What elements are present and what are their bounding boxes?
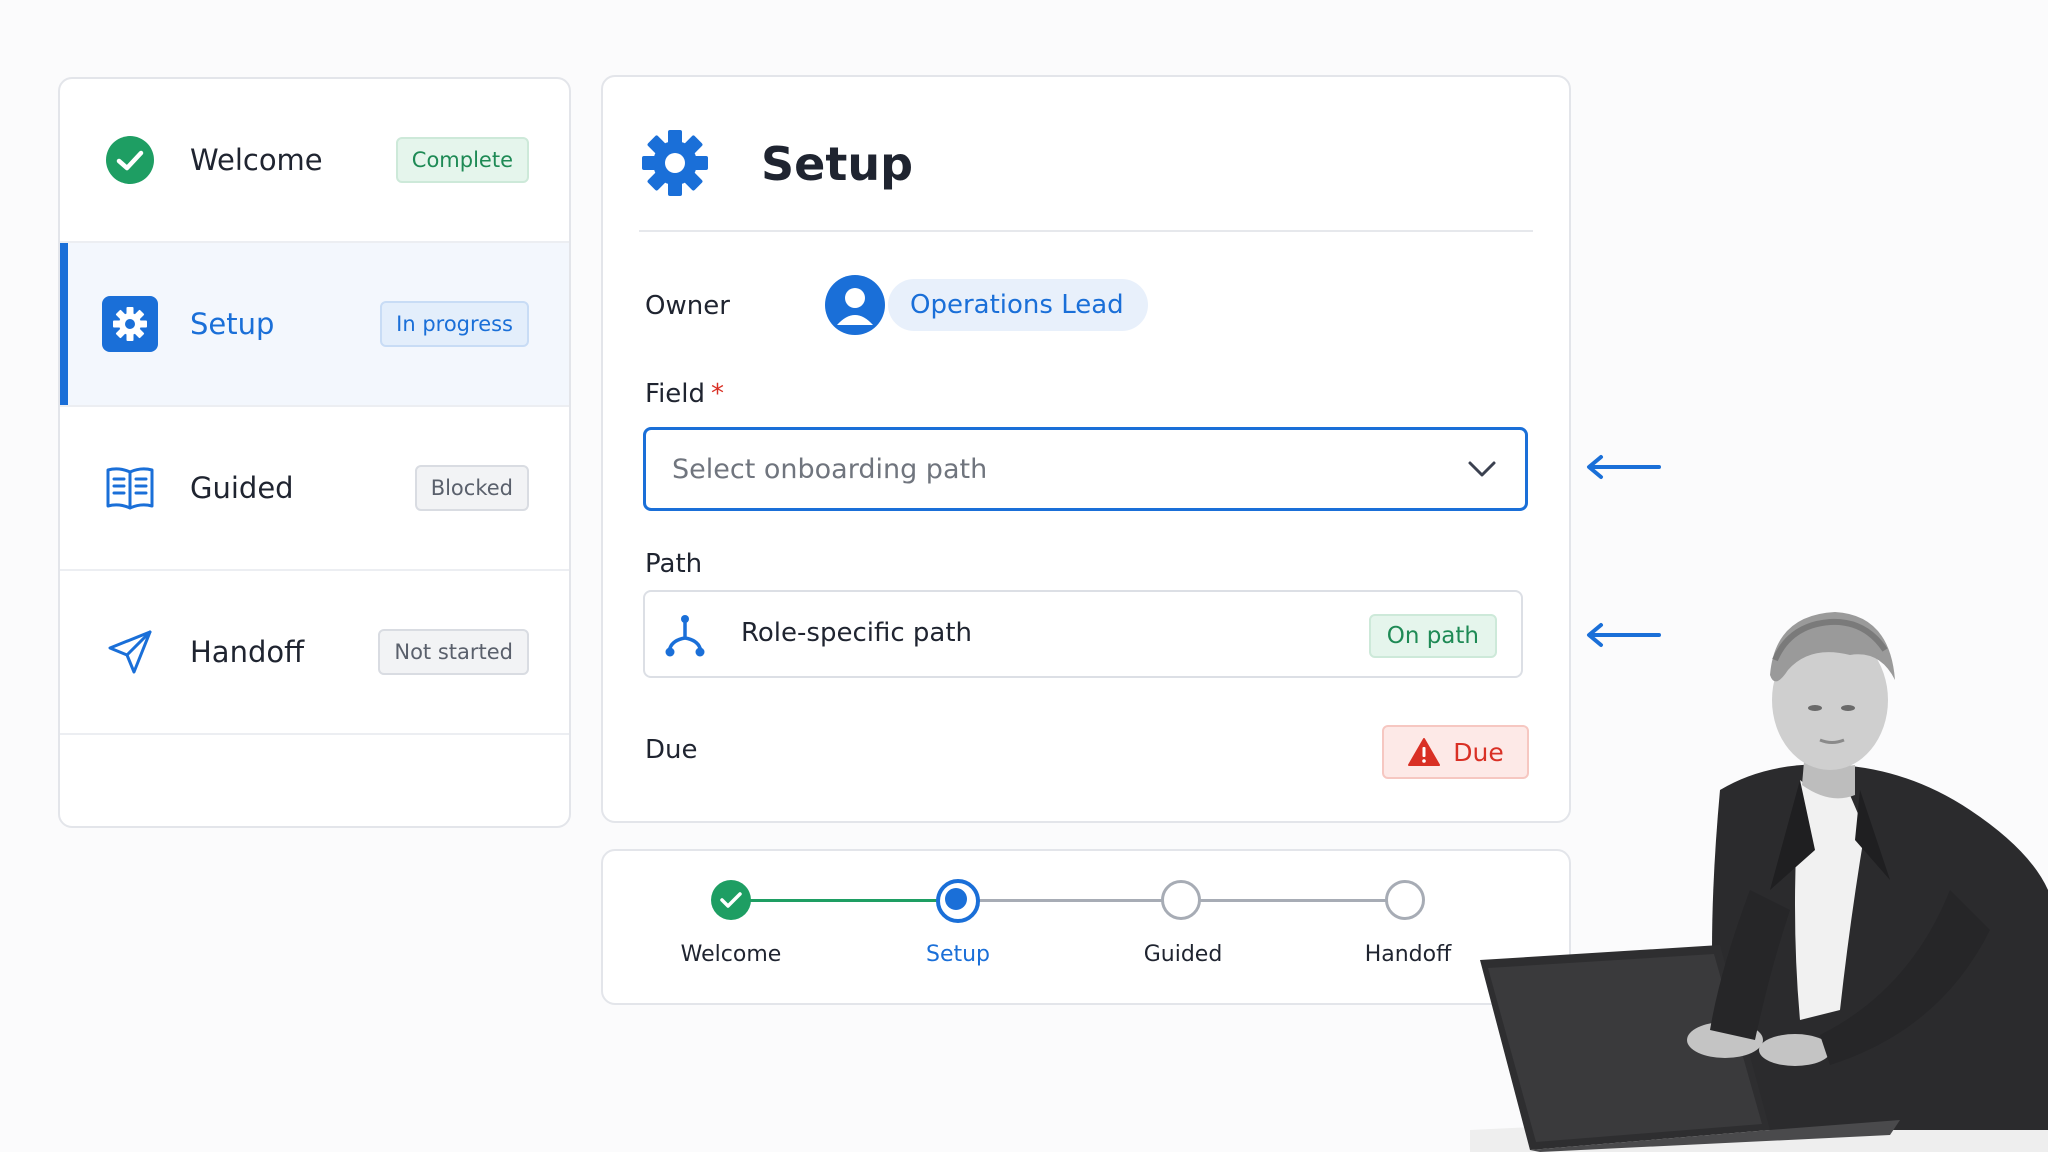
check-icon (720, 892, 742, 908)
user-icon (837, 288, 873, 325)
path-label: Path (645, 549, 703, 579)
divider (639, 230, 1533, 232)
select-placeholder: Select onboarding path (672, 453, 988, 485)
onboarding-path-select[interactable]: Select onboarding path (643, 427, 1528, 511)
book-icon (102, 460, 158, 516)
warning-icon (1408, 738, 1441, 766)
stepper-node-handoff[interactable] (1385, 880, 1425, 920)
field-label: Field * (645, 379, 724, 409)
owner-chip[interactable]: Operations Lead (888, 279, 1148, 331)
stepper-node-guided[interactable] (1161, 880, 1201, 920)
required-mark: * (711, 379, 725, 409)
setup-card: Setup Owner Operations Lead Field * Selec… (601, 75, 1571, 823)
step-list: Welcome Complete Setup In progress Guide… (58, 77, 571, 828)
step-label: Guided (190, 471, 294, 505)
path-value: Role-specific path (741, 618, 973, 648)
page-title: Setup (761, 137, 913, 191)
gear-icon (102, 296, 158, 352)
step-item-guided[interactable]: Guided Blocked (60, 407, 569, 571)
branch-icon (665, 615, 705, 657)
status-badge: In progress (380, 301, 529, 347)
status-badge: Not started (378, 629, 529, 675)
stepper-label: Handoff (1364, 942, 1452, 967)
owner-label: Owner (645, 291, 730, 321)
pointer-arrow-icon (1587, 455, 1661, 479)
stepper-connector (957, 899, 1181, 902)
field-label-text: Field (645, 379, 706, 409)
status-badge: Blocked (414, 465, 529, 511)
stepper-connector (733, 899, 957, 902)
due-label: Due (645, 735, 698, 765)
stepper-connector (1181, 899, 1405, 902)
chevron-down-icon (1468, 461, 1496, 477)
step-item-setup[interactable]: Setup In progress (60, 243, 569, 407)
step-label: Welcome (190, 143, 323, 177)
check-circle-icon (102, 132, 158, 188)
stepper-label: Welcome (680, 942, 782, 967)
step-label: Handoff (190, 635, 305, 669)
stepper-node-welcome[interactable] (711, 880, 751, 920)
step-label: Setup (190, 307, 275, 341)
stepper-label: Setup (925, 942, 991, 967)
progress-stepper: Welcome Setup Guided Handoff (601, 849, 1571, 1005)
step-item-handoff[interactable]: Handoff Not started (60, 571, 569, 735)
avatar (825, 275, 885, 335)
path-display: Role-specific path On path (643, 590, 1523, 678)
gear-icon (642, 130, 708, 196)
send-icon (102, 624, 158, 680)
stepper-node-setup[interactable] (936, 879, 980, 923)
person-with-laptop-photo (1470, 612, 2048, 1152)
step-item-welcome[interactable]: Welcome Complete (60, 79, 569, 243)
stepper-label: Guided (1143, 942, 1223, 967)
status-badge: Complete (395, 137, 529, 183)
